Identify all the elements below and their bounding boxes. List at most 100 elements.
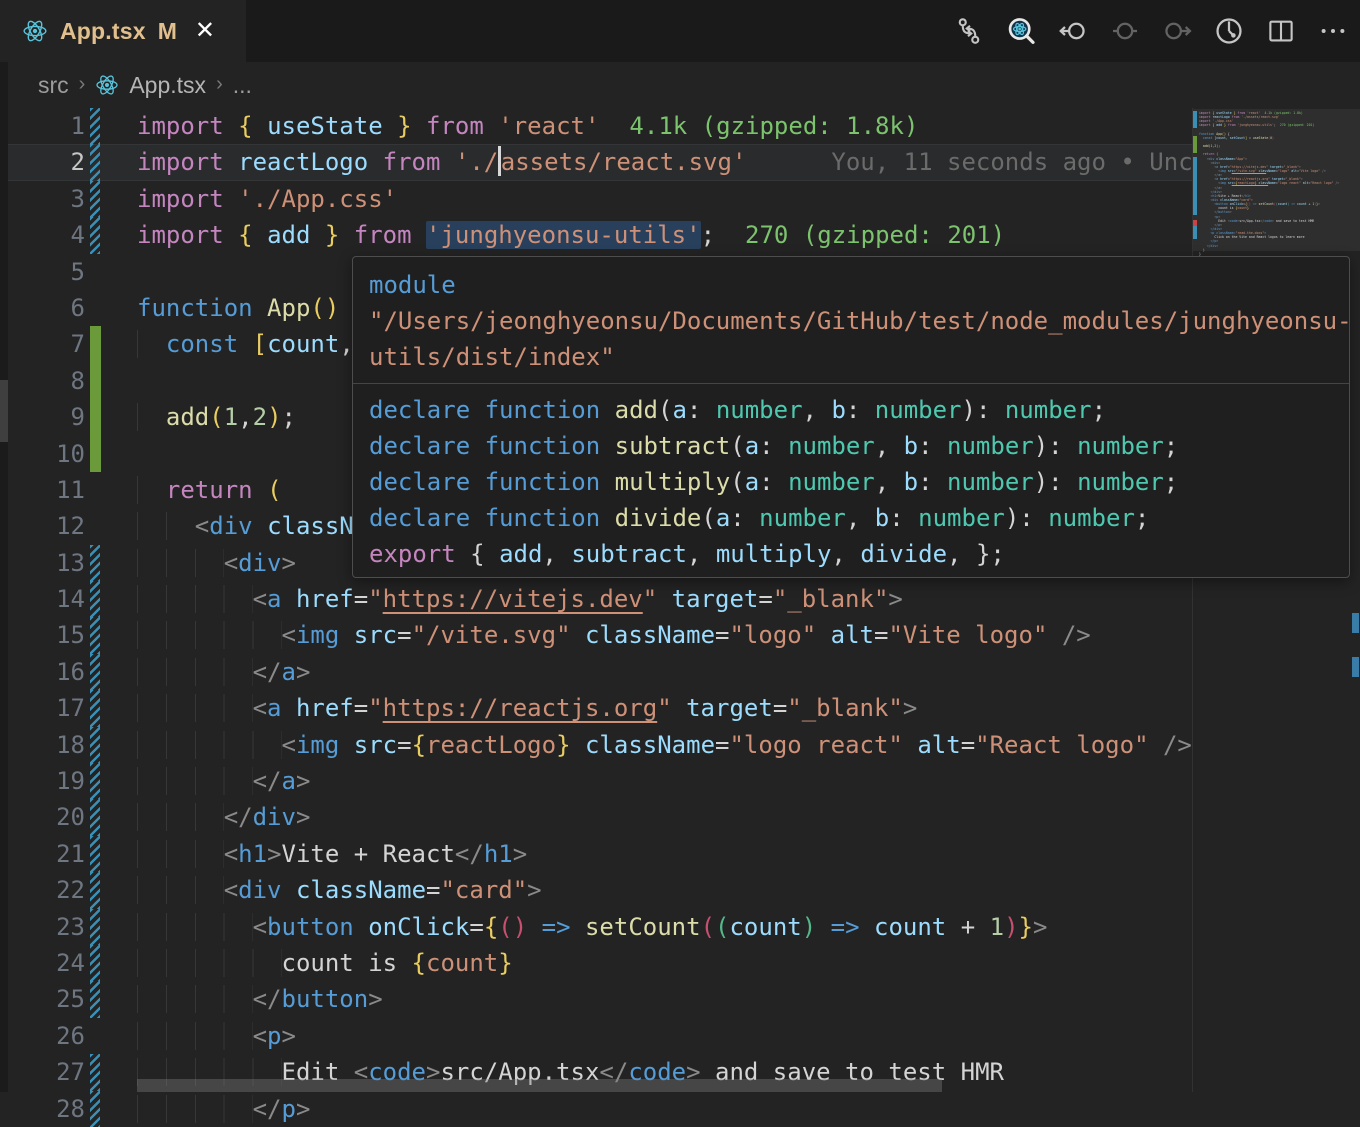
line-number[interactable]: 3 xyxy=(0,181,85,217)
code-line[interactable]: 19 </a> xyxy=(0,763,1360,799)
code-segment: { xyxy=(238,112,252,140)
gutter: 14 xyxy=(0,581,137,617)
code-segment: 'junghyeonsu-utils' xyxy=(426,221,701,249)
code-line[interactable]: 24 count is {count} xyxy=(0,945,1360,981)
code-segment: declare xyxy=(369,504,470,532)
code-line[interactable]: 17 <a href="https://reactjs.org" target=… xyxy=(0,690,1360,726)
code-segment: multiply xyxy=(615,468,731,496)
code-segment: number xyxy=(947,432,1034,460)
code-segment: </ xyxy=(253,658,282,686)
code-line[interactable]: declare function add(a: number, b: numbe… xyxy=(369,392,1333,428)
gutter-modified-bar xyxy=(90,1091,100,1127)
line-number[interactable]: 24 xyxy=(0,945,85,981)
line-number[interactable]: 5 xyxy=(0,254,85,290)
close-tab-icon[interactable]: ✕ xyxy=(195,19,215,43)
code-segment: > xyxy=(368,985,382,1013)
breadcrumb-item-file[interactable]: App.tsx xyxy=(129,72,206,99)
code-segment xyxy=(571,621,585,649)
previous-change-icon[interactable] xyxy=(1054,12,1092,50)
next-change-icon[interactable] xyxy=(1158,12,1196,50)
code-segment: b xyxy=(904,432,918,460)
line-number[interactable]: 19 xyxy=(0,763,85,799)
code-segment: ): xyxy=(1034,432,1077,460)
code-line[interactable]: declare function divide(a: number, b: nu… xyxy=(369,500,1333,536)
line-number[interactable]: 6 xyxy=(0,290,85,326)
line-number[interactable]: 1 xyxy=(0,108,85,144)
code-line[interactable]: 23 <button onClick={() => setCount((coun… xyxy=(0,909,1360,945)
code-text: declare function add(a: number, b: numbe… xyxy=(369,392,1106,428)
code-text: declare function subtract(a: number, b: … xyxy=(369,428,1178,464)
code-line[interactable]: declare function subtract(a: number, b: … xyxy=(369,428,1333,464)
code-segment xyxy=(354,913,368,941)
code-line[interactable]: 3import './App.css' xyxy=(0,181,1360,217)
line-number[interactable]: 22 xyxy=(0,872,85,908)
line-number[interactable]: 8 xyxy=(0,363,85,399)
code-segment: ): xyxy=(1034,468,1077,496)
timeline-icon[interactable] xyxy=(1210,12,1248,50)
tab-app-tsx[interactable]: App.tsx M ✕ xyxy=(0,0,246,62)
react-search-icon[interactable] xyxy=(1002,12,1040,50)
line-number[interactable]: 23 xyxy=(0,909,85,945)
line-number[interactable]: 25 xyxy=(0,981,85,1017)
gutter-modified-bar xyxy=(90,727,100,763)
horizontal-scrollbar[interactable] xyxy=(137,1079,942,1092)
line-number[interactable]: 10 xyxy=(0,436,85,472)
code-line[interactable]: 2import reactLogo from './assets/react.s… xyxy=(0,144,1360,180)
open-changes-icon[interactable] xyxy=(950,12,988,50)
line-number[interactable]: 26 xyxy=(0,1018,85,1054)
code-segment xyxy=(412,221,426,249)
more-actions-icon[interactable] xyxy=(1314,12,1352,50)
code-line[interactable]: declare function multiply(a: number, b: … xyxy=(369,464,1333,500)
code-line[interactable]: 15 <img src="/vite.svg" className="logo"… xyxy=(0,617,1360,653)
code-line[interactable]: 4import { add } from 'junghyeonsu-utils'… xyxy=(0,217,1360,253)
code-segment xyxy=(368,148,382,176)
current-change-icon[interactable] xyxy=(1106,12,1144,50)
code-segment xyxy=(440,148,454,176)
code-segment: button xyxy=(267,913,354,941)
line-number[interactable]: 12 xyxy=(0,508,85,544)
code-segment: , xyxy=(542,540,571,568)
line-number[interactable]: 28 xyxy=(0,1091,85,1127)
line-number[interactable]: 18 xyxy=(0,727,85,763)
code-text: <div className="card"> xyxy=(137,872,542,908)
line-number[interactable]: 14 xyxy=(0,581,85,617)
gutter: 3 xyxy=(0,181,137,217)
code-line[interactable]: 28 </p> xyxy=(0,1091,1360,1127)
left-scroll-thumb[interactable] xyxy=(0,380,8,442)
gutter-added-bar xyxy=(90,399,101,435)
split-editor-icon[interactable] xyxy=(1262,12,1300,50)
line-number[interactable]: 7 xyxy=(0,326,85,362)
code-segment: , xyxy=(875,468,904,496)
line-number[interactable]: 15 xyxy=(0,617,85,653)
line-number[interactable]: 4 xyxy=(0,217,85,253)
line-number[interactable]: 21 xyxy=(0,836,85,872)
code-line[interactable]: 26 <p> xyxy=(0,1018,1360,1054)
code-line[interactable]: 21 <h1>Vite + React</h1> xyxy=(0,836,1360,872)
line-number[interactable]: 11 xyxy=(0,472,85,508)
code-line[interactable]: 22 <div className="card"> xyxy=(0,872,1360,908)
code-line[interactable]: 16 </a> xyxy=(0,654,1360,690)
line-number[interactable]: 16 xyxy=(0,654,85,690)
line-number[interactable]: 17 xyxy=(0,690,85,726)
code-segment: < xyxy=(282,731,296,759)
breadcrumb-item-src[interactable]: src xyxy=(38,72,69,99)
code-line[interactable]: 18 <img src={reactLogo} className="logo … xyxy=(0,727,1360,763)
gutter: 12 xyxy=(0,508,137,544)
code-line[interactable]: 14 <a href="https://vitejs.dev" target="… xyxy=(0,581,1360,617)
line-number[interactable]: 2 xyxy=(0,144,85,180)
code-line[interactable]: export { add, subtract, multiply, divide… xyxy=(369,536,1333,572)
line-number[interactable]: 20 xyxy=(0,799,85,835)
code-segment xyxy=(412,112,426,140)
code-line[interactable]: 1import { useState } from 'react'4.1k (g… xyxy=(0,108,1360,144)
code-segment: => xyxy=(831,913,860,941)
code-line[interactable]: 25 </button> xyxy=(0,981,1360,1017)
code-line[interactable]: 20 </div> xyxy=(0,799,1360,835)
line-number[interactable]: 13 xyxy=(0,545,85,581)
line-number[interactable]: 27 xyxy=(0,1054,85,1090)
breadcrumb-item-symbol[interactable]: ... xyxy=(233,72,252,99)
line-number[interactable]: 9 xyxy=(0,399,85,435)
code-line[interactable]: "/Users/jeonghyeonsu/Documents/GitHub/te… xyxy=(369,303,1333,339)
code-segment: className xyxy=(585,621,715,649)
code-line[interactable]: module xyxy=(369,267,1333,303)
code-line[interactable]: utils/dist/index" xyxy=(369,339,1333,375)
